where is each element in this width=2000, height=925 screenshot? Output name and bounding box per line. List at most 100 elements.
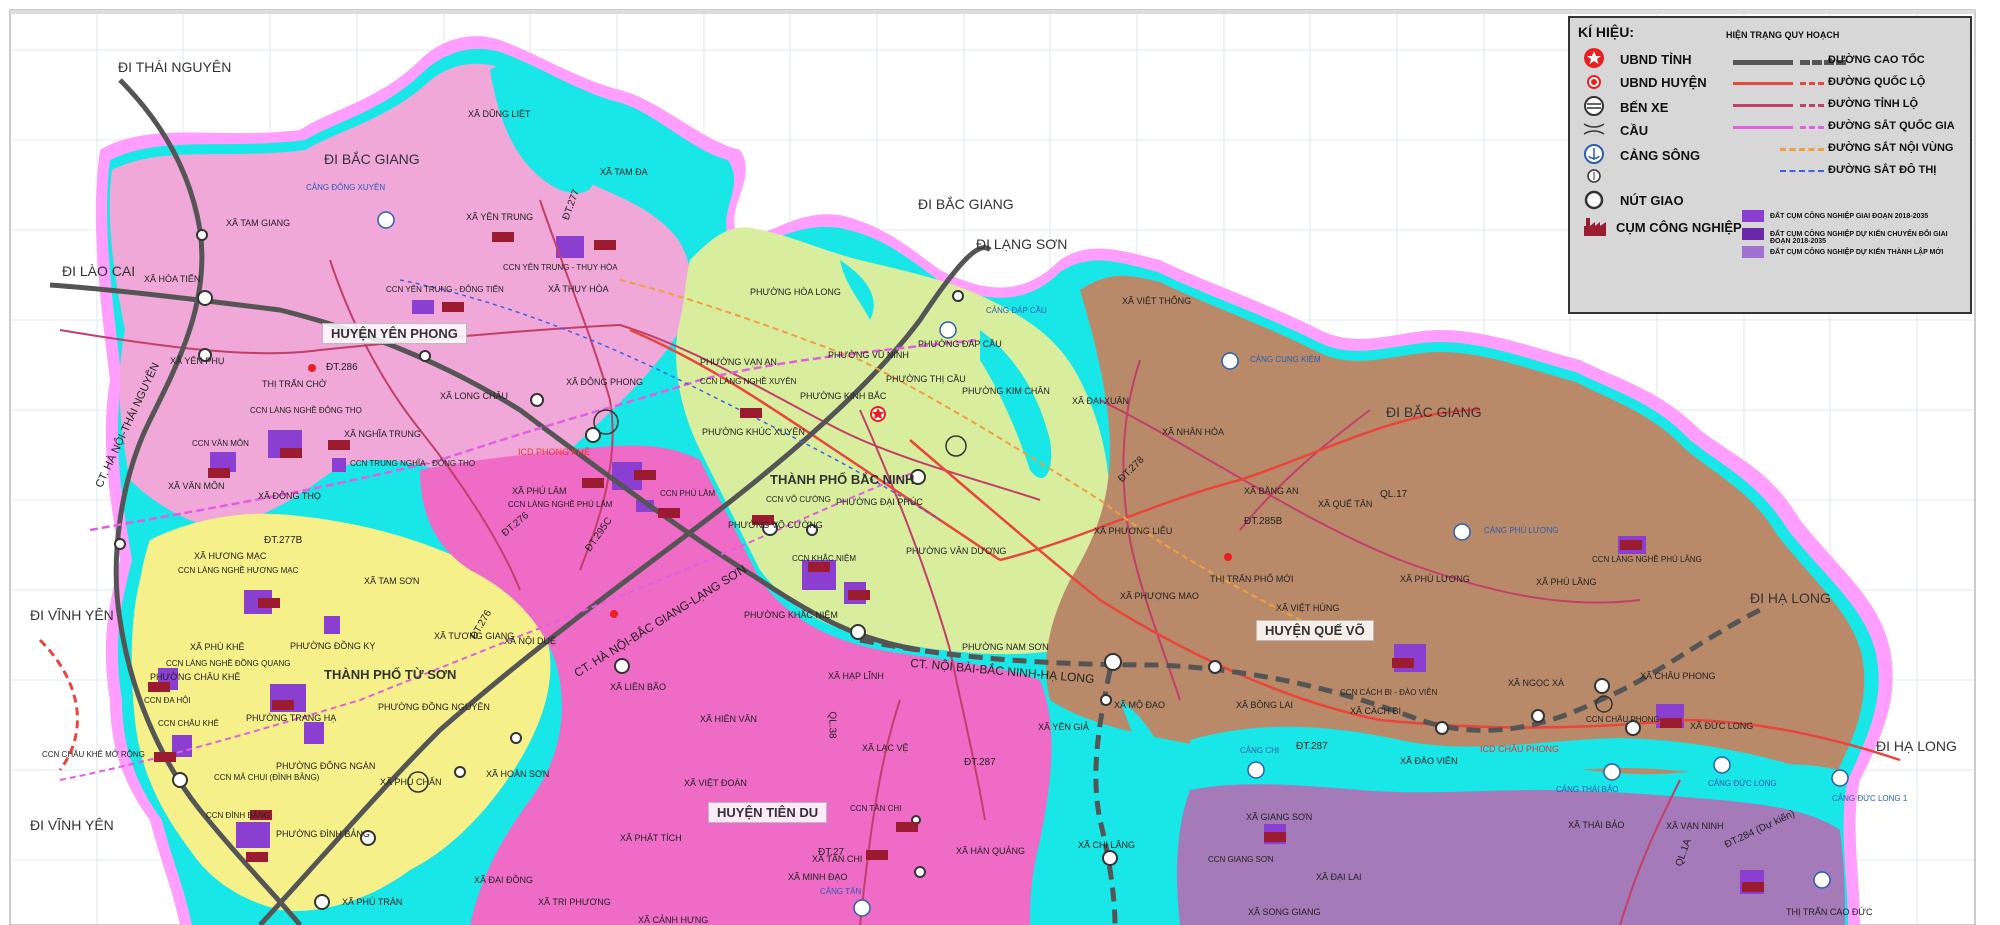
commune-label: XÃ VIỆT THỐNG	[1122, 296, 1192, 306]
commune-label: PHƯỜNG ĐẠI PHÚC	[836, 497, 923, 507]
port-label: CẢNG THÁI BẢO	[1556, 785, 1619, 794]
direction-label: ĐI LẠNG SƠN	[976, 236, 1068, 252]
port-label: CẢNG PHÚ LƯƠNG	[1484, 526, 1559, 535]
commune-label: XÃ VĂN MÔN	[168, 481, 225, 491]
commune-label: XÃ ĐẠI XUÂN	[1072, 396, 1130, 406]
commune-label: XÃ PHÚ LÂM	[512, 486, 567, 496]
legend-line-sample	[1733, 82, 1793, 85]
commune-label: XÃ PHÚ TRÀN	[342, 897, 403, 907]
legend-header: HIỆN TRẠNG QUY HOẠCH	[1726, 30, 1840, 40]
legend-item-label: ĐƯỜNG SẮT NỘI VÙNG	[1828, 142, 1954, 154]
direction-label: ĐI BẮC GIANG	[324, 151, 420, 167]
road-label: ĐT.287	[1296, 741, 1328, 752]
commune-label: THỊ TRẤN PHỐ MỚI	[1210, 574, 1294, 584]
commune-label: XÃ CÁCH BI	[1350, 706, 1402, 716]
commune-label: PHƯỜNG ĐÔNG NGÀN	[276, 761, 376, 771]
commune-label: XÃ YÊN GIẢ	[1038, 722, 1089, 732]
legend-item-label: ĐƯỜNG SẮT QUỐC GIA	[1828, 120, 1955, 132]
cluster-label: CCN PHÚ LÂM	[660, 489, 716, 498]
commune-label: XÃ PHẬT TÍCH	[620, 833, 682, 843]
commune-label: XÃ TAM GIANG	[226, 218, 291, 228]
legend-line-sample	[1800, 126, 1824, 129]
commune-label: XÃ LIÊN BÃO	[610, 682, 667, 692]
legend-area-swatch	[1742, 210, 1764, 222]
commune-label: PHƯỜNG THỊ CẦU	[886, 374, 966, 384]
direction-label: ĐI HẠ LONG	[1876, 738, 1957, 754]
commune-label: XÃ PHƯỢNG MAO	[1120, 591, 1199, 601]
cluster-label: CCN YÊN TRUNG - THỤY HÒA	[503, 263, 618, 272]
commune-label: XÃ PHƯƠNG LIỄU	[1094, 526, 1173, 536]
commune-label: PHƯỜNG NAM SƠN	[962, 642, 1049, 652]
cluster-label: CCN CHÂU KHÊ	[158, 719, 219, 728]
commune-label: PHƯỜNG VÕ CƯỜNG	[728, 520, 823, 530]
legend-item-label: CỤM CÔNG NGHIỆP	[1616, 220, 1742, 235]
commune-label: PHƯỜNG KIM CHÂN	[962, 386, 1050, 396]
commune-label: XÃ THỤY HÒA	[548, 284, 609, 294]
bus-station-icon	[1584, 96, 1604, 116]
commune-label: XÃ VIỆT HÙNG	[1276, 603, 1340, 613]
road-label: QL.17	[1380, 489, 1408, 500]
cluster-label: CCN CÁCH BI - ĐÀO VIÊN	[1340, 688, 1438, 697]
commune-label: XÃ VIỆT ĐOÀN	[684, 778, 747, 788]
direction-label: ĐI BẮC GIANG	[918, 196, 1014, 212]
cluster-label: CCN TÂN CHI	[850, 804, 902, 813]
commune-label: XÃ LONG CHÂU	[440, 391, 509, 401]
commune-label: PHƯỜNG ĐỒNG KỴ	[290, 641, 376, 651]
road-label: ĐT.27	[818, 847, 845, 858]
red-dot-icon	[1587, 75, 1601, 89]
commune-label: XÃ NHÂN HÒA	[1162, 427, 1225, 437]
road-label: QL.38	[826, 711, 838, 739]
commune-label: XÃ HƯƠNG MẠC	[194, 551, 267, 561]
direction-label: ĐI VĨNH YÊN	[30, 817, 114, 833]
road-label: ĐT.287	[964, 757, 996, 768]
commune-label: XÃ MINH ĐẠO	[788, 872, 848, 882]
cluster-label: CCN ĐA HỘI	[144, 696, 191, 705]
icd-label: ICD CHÂU PHONG	[1480, 744, 1560, 754]
direction-label: ĐI VĨNH YÊN	[30, 607, 114, 623]
commune-label: XÃ SONG GIANG	[1248, 907, 1321, 917]
commune-label: XÃ QUẾ TÂN	[1318, 499, 1373, 509]
cluster-label: CCN TRUNG NGHĨA - ĐÔNG THỌ	[350, 459, 476, 468]
legend-area-swatch	[1742, 228, 1764, 240]
commune-label: XÃ ĐÔNG THỌ	[258, 491, 321, 501]
commune-label: XÃ YÊN TRUNG	[466, 212, 534, 222]
commune-label: PHƯỜNG ĐÁP CẦU	[918, 339, 1002, 349]
commune-label: XÃ ĐẠI LAI	[1316, 872, 1362, 882]
commune-label: XÃ HẠP LĨNH	[828, 671, 884, 681]
legend-line-sample	[1800, 104, 1824, 107]
commune-label: XÃ PHÙ CHẨN	[380, 777, 442, 787]
commune-label: PHƯỜNG VẠN AN	[700, 357, 777, 367]
district-label: HUYỆN TIÊN DU	[708, 802, 828, 823]
commune-label: XÃ MỘ ĐẠO	[1114, 700, 1166, 710]
commune-label: PHƯỜNG ĐỒNG NGUYÊN	[378, 702, 490, 712]
port-label: CẢNG TÂN	[820, 887, 862, 896]
legend-line-sample	[1800, 82, 1824, 85]
commune-label: XÃ LẠC VỆ	[862, 743, 909, 753]
commune-label: XÃ TRI PHƯƠNG	[538, 897, 611, 907]
commune-label: XÃ VẠN NINH	[1666, 821, 1724, 831]
legend-item-label: UBND HUYỆN	[1620, 75, 1707, 90]
legend-item-label: CẦU	[1620, 123, 1649, 138]
commune-label: XÃ DŨNG LIỆT	[468, 109, 531, 119]
cluster-label: CCN VĂN MÔN	[192, 439, 249, 448]
commune-label: XÃ ĐẠI ĐỒNG	[474, 875, 534, 885]
commune-label: XÃ BẰNG AN	[1244, 486, 1299, 496]
port-label: CẢNG CHI	[1240, 746, 1280, 755]
road-label: ĐT.286	[326, 362, 358, 373]
commune-label: PHƯỜNG KHẮC NIỆM	[744, 610, 838, 620]
legend-item-label: ĐƯỜNG QUỐC LỘ	[1828, 76, 1926, 88]
cluster-label: CCN GIANG SƠN	[1208, 855, 1274, 864]
commune-label: XÃ YÊN PHỤ	[170, 356, 225, 366]
port-label: CẢNG CUNG KIỆM	[1250, 355, 1321, 364]
commune-label: XÃ CHÂU PHONG	[1640, 671, 1716, 681]
map-legend: KÍ HIỆU: HIỆN TRẠNG QUY HOẠCH UBND TỈNH …	[1568, 16, 1972, 314]
commune-label: XÃ CẢNH HƯNG	[638, 915, 709, 925]
commune-label: XÃ HIÊN VÂN	[700, 714, 758, 724]
region-gia-binh	[1177, 784, 1845, 925]
legend-line-sample	[1733, 126, 1793, 129]
commune-label: THỊ TRẤN CAO ĐỨC	[1786, 907, 1873, 917]
legend-item-label: ĐƯỜNG TỈNH LỘ	[1828, 98, 1919, 110]
commune-label: XÃ THÁI BẢO	[1568, 820, 1625, 830]
commune-label: XÃ ĐỨC LONG	[1690, 721, 1754, 731]
commune-label: XÃ NGỌC XÁ	[1508, 678, 1565, 688]
